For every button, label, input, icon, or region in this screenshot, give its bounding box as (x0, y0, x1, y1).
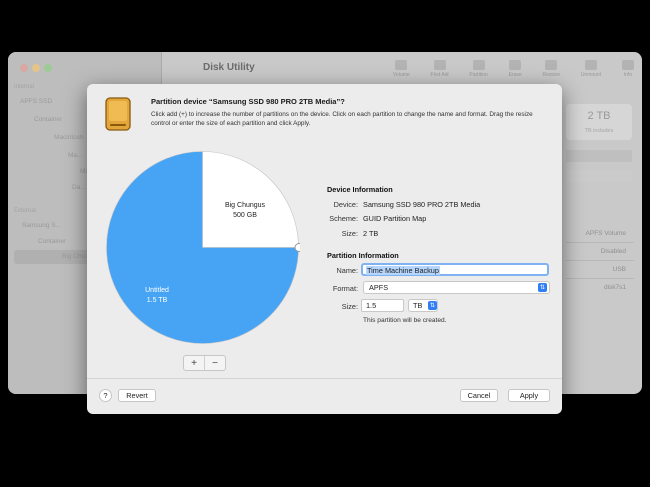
partition-add-remove: + − (183, 355, 226, 371)
toolbar-label: First Aid (430, 72, 449, 78)
restore-icon (545, 60, 558, 70)
format-value: APFS (369, 283, 389, 292)
toolbar-erase[interactable]: Erase (509, 60, 522, 82)
volume-icon (395, 60, 408, 70)
divider (566, 242, 634, 243)
size-value: 1.5 (366, 301, 377, 310)
partition-sheet: Partition device “Samsung SSD 980 PRO 2T… (87, 84, 562, 414)
info-icon (621, 60, 634, 70)
partition-note: This partition will be created. (363, 317, 447, 324)
toolbar: Volume First Aid Partition Erase Restore… (393, 60, 634, 82)
unit-value: TB (413, 301, 423, 310)
capacity-value: 2 TB (587, 110, 611, 122)
help-button[interactable]: ? (99, 389, 112, 402)
slice-label-size: 1.5 TB (147, 297, 168, 304)
cancel-button[interactable]: Cancel (460, 389, 498, 402)
apply-button[interactable]: Apply (508, 389, 550, 402)
chevron-updown-icon: ⇅ (428, 301, 437, 310)
toolbar-partition[interactable]: Partition (469, 60, 488, 82)
toolbar-label: Info (623, 72, 633, 78)
name-label: Name: (336, 266, 359, 275)
device-info-heading: Device Information (327, 185, 393, 194)
sidebar-header-external: External (14, 208, 37, 214)
add-partition-button[interactable]: + (184, 356, 204, 370)
sidebar-item[interactable]: Macintosh (54, 134, 84, 141)
capacity-box: 2 TB TB includes (566, 104, 632, 140)
partition-info-heading: Partition Information (327, 251, 399, 260)
info-value: APFS Volume (585, 230, 626, 237)
device-value: Samsung SSD 980 PRO 2TB Media (363, 200, 481, 209)
toolbar-label: Partition (469, 72, 488, 78)
partition-name-input[interactable]: Time Machine Backup (361, 263, 549, 276)
slice-label-size: 500 GB (233, 212, 257, 219)
slice-label-name: Big Chungus (225, 202, 266, 209)
usage-bar (566, 170, 632, 182)
remove-partition-button[interactable]: − (205, 356, 225, 370)
sheet-title: Partition device “Samsung SSD 980 PRO 2T… (151, 97, 345, 106)
device-label: Device: (333, 200, 358, 209)
name-input-text: Time Machine Backup (366, 266, 440, 275)
format-select[interactable]: APFS ⇅ (363, 281, 550, 294)
device-size-label: Size: (341, 229, 358, 238)
erase-icon (509, 60, 522, 70)
toolbar-restore[interactable]: Restore (542, 60, 560, 82)
size-label: Size: (341, 302, 358, 311)
toolbar-label: Erase (508, 72, 522, 78)
minimize-window-button[interactable] (32, 64, 40, 72)
resize-handle[interactable] (294, 243, 300, 252)
partition-pie-chart[interactable]: Big Chungus 500 GB Untitled 1.5 TB (105, 150, 300, 345)
sheet-description: Click add (+) to increase the number of … (151, 111, 533, 127)
toolbar-first-aid[interactable]: First Aid (431, 60, 449, 82)
close-window-button[interactable] (20, 64, 28, 72)
chevron-updown-icon: ⇅ (538, 283, 547, 292)
divider (566, 278, 634, 279)
info-value: disk7s1 (603, 284, 626, 291)
partition-size-input[interactable]: 1.5 (361, 299, 404, 312)
sidebar-item[interactable]: Samsung S... (22, 222, 61, 229)
external-drive-icon (105, 97, 131, 131)
revert-button[interactable]: Revert (118, 389, 156, 402)
sidebar-item[interactable]: Container (38, 238, 66, 245)
slice-label-name: Untitled (145, 287, 169, 294)
scheme-value: GUID Partition Map (363, 214, 427, 223)
device-size-value: 2 TB (363, 229, 379, 238)
partition-icon (472, 60, 485, 70)
window-title: Disk Utility (203, 62, 255, 73)
sidebar-header-internal: Internal (14, 84, 35, 90)
info-value: Disabled (600, 248, 626, 255)
toolbar-label: Volume (393, 72, 410, 78)
zoom-window-button[interactable] (44, 64, 52, 72)
toolbar-unmount[interactable]: Unmount (581, 60, 601, 82)
toolbar-label: Restore (542, 72, 560, 78)
first-aid-icon (433, 60, 446, 70)
toolbar-info[interactable]: Info (621, 60, 634, 82)
sidebar-item[interactable]: APFS SSD (20, 98, 52, 105)
usage-bar (566, 150, 632, 162)
capacity-sub: TB includes (584, 128, 614, 134)
scheme-label: Scheme: (329, 214, 358, 223)
divider (87, 378, 562, 379)
info-value: USB (612, 266, 626, 273)
toolbar-label: Unmount (580, 72, 602, 78)
sidebar-item[interactable]: Container (34, 116, 62, 123)
format-label: Format: (332, 284, 358, 293)
toolbar-volume[interactable]: Volume (393, 60, 410, 82)
sidebar-item[interactable]: Ma... (68, 152, 82, 159)
divider (566, 260, 634, 261)
sidebar-item[interactable]: Da... (72, 184, 86, 191)
unmount-icon (584, 60, 597, 70)
